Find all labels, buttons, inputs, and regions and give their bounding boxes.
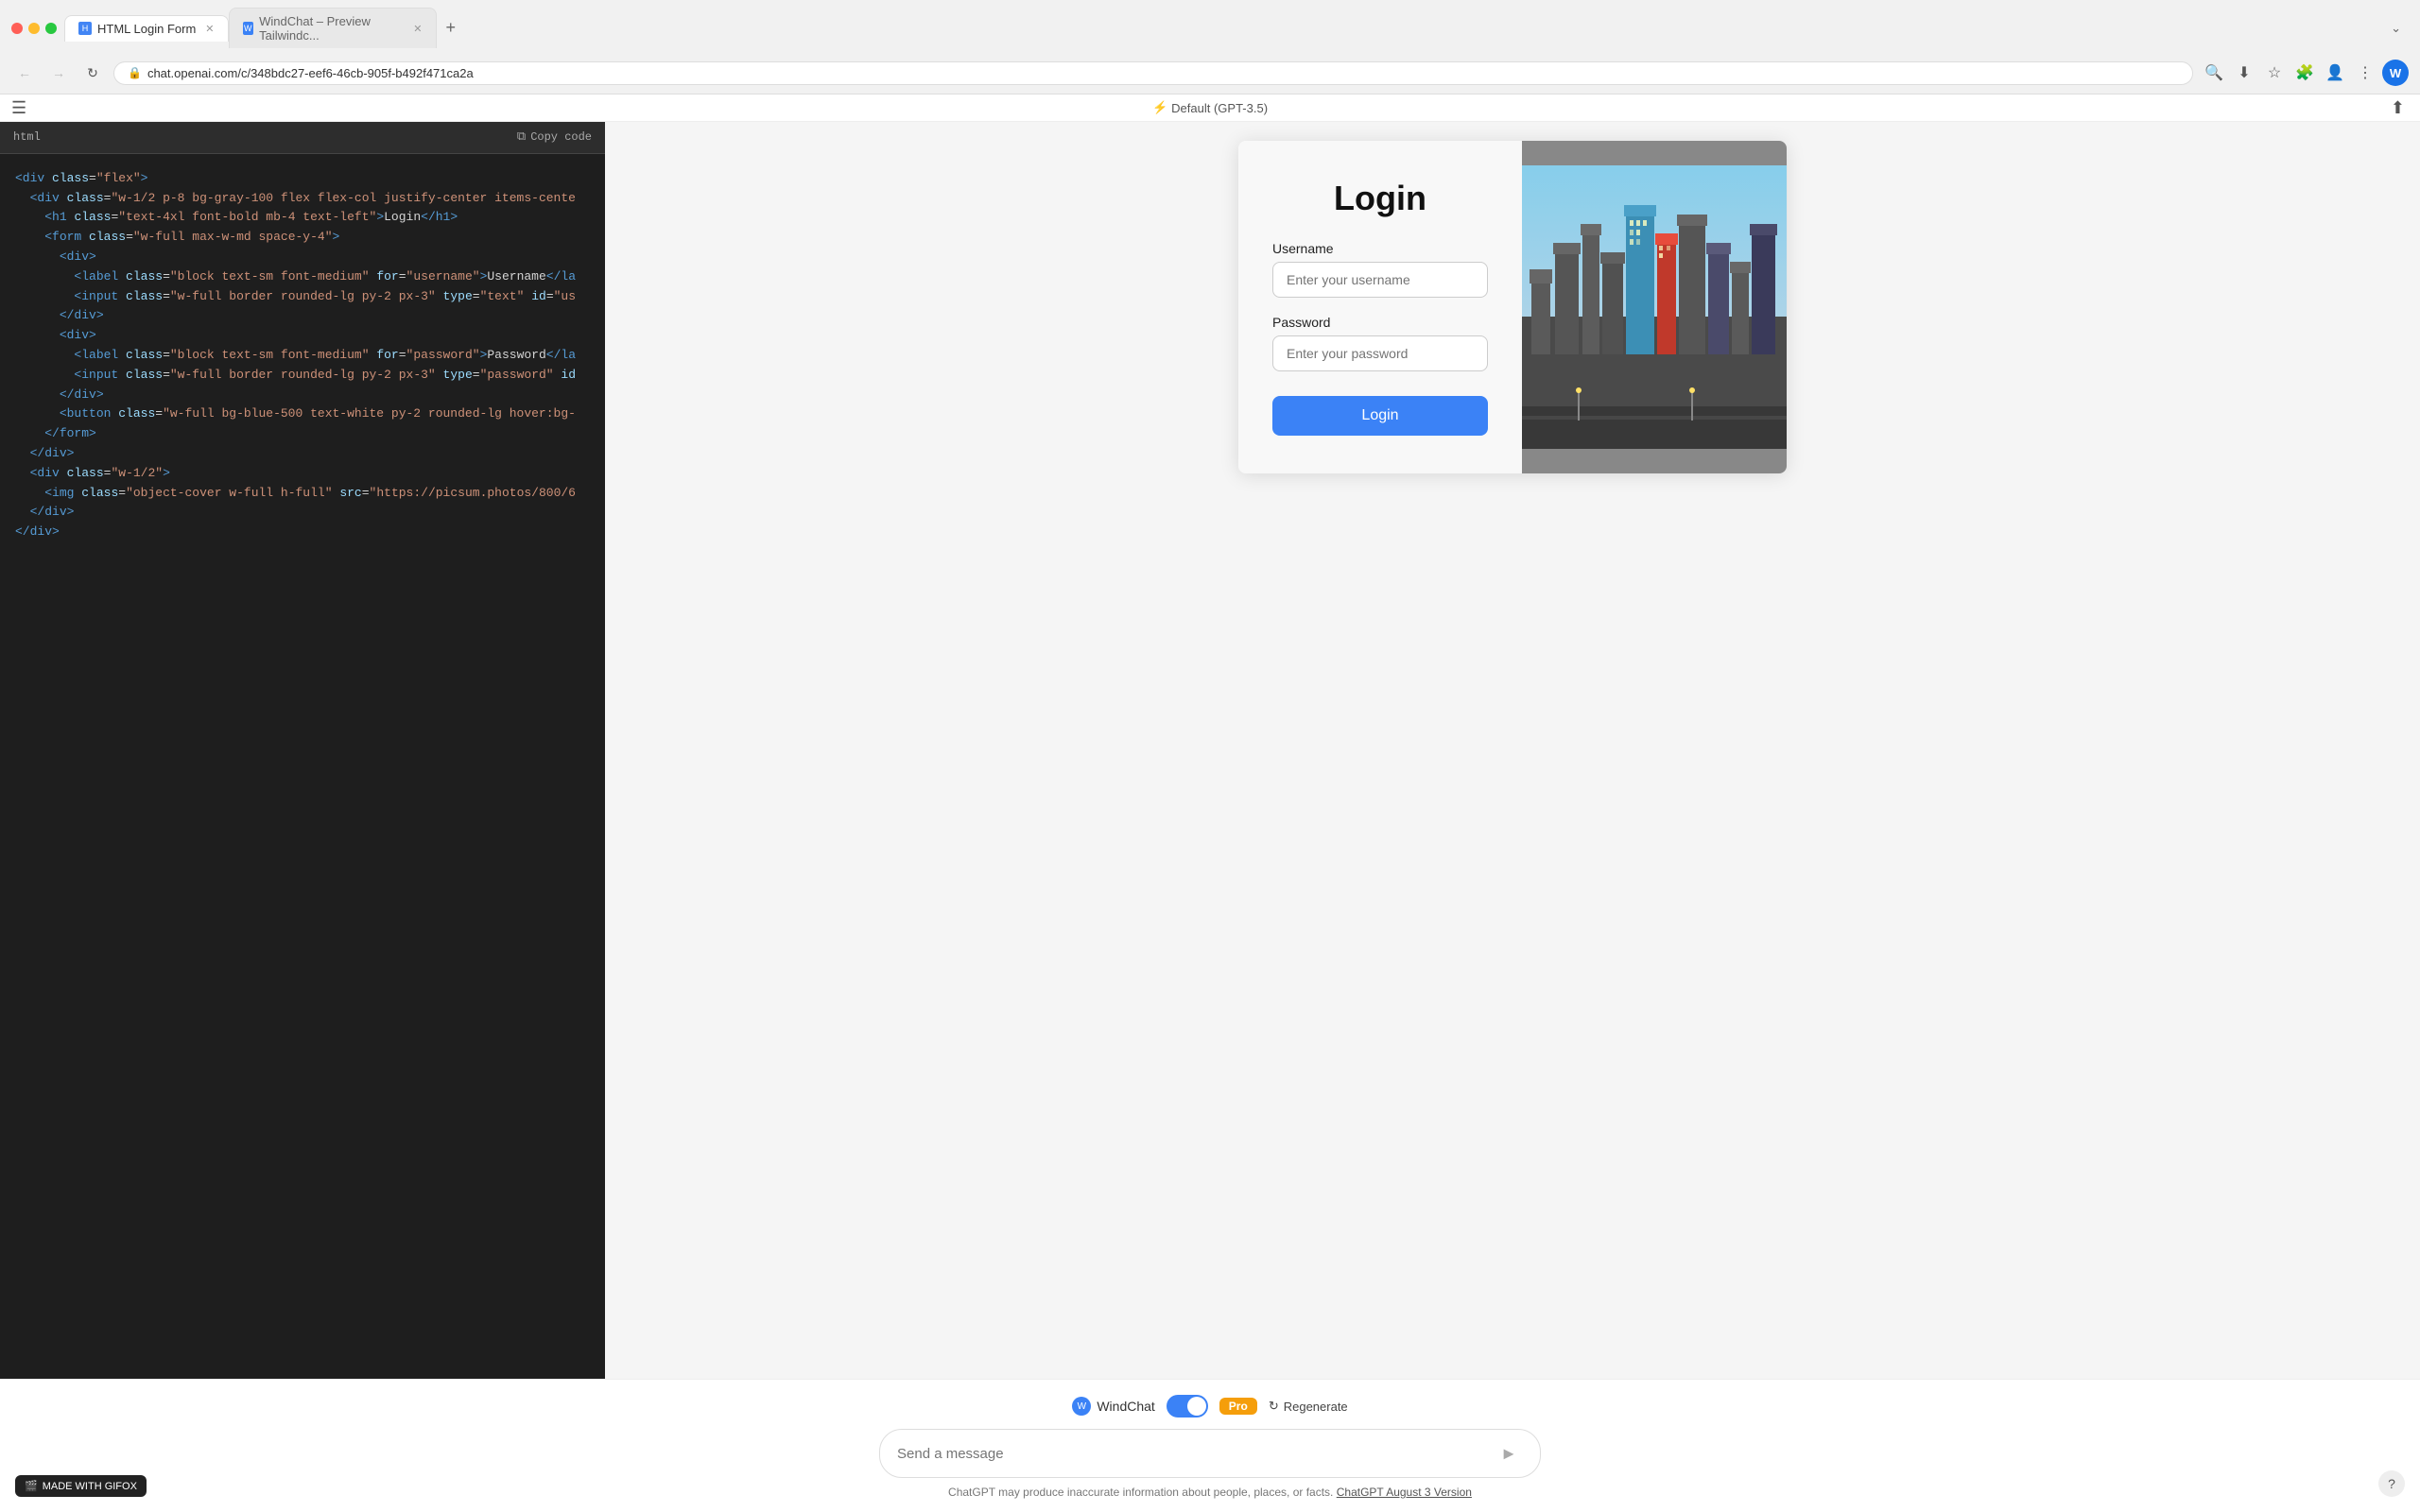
minimize-button[interactable] <box>28 23 40 34</box>
code-line-4: <form class="w-full max-w-md space-y-4"> <box>15 228 590 248</box>
code-line-2: <div class="w-1/2 p-8 bg-gray-100 flex f… <box>15 189 590 209</box>
back-button[interactable]: ← <box>11 60 38 86</box>
reload-button[interactable]: ↻ <box>79 60 106 86</box>
maximize-button[interactable] <box>45 23 57 34</box>
code-line-19: </div> <box>15 523 590 542</box>
username-input[interactable] <box>1272 262 1488 298</box>
help-button[interactable]: ? <box>2378 1470 2405 1497</box>
code-line-9: <div> <box>15 326 590 346</box>
more-tabs-button[interactable]: ⌄ <box>2383 17 2409 40</box>
login-image-side <box>1522 141 1787 473</box>
code-line-15: </div> <box>15 444 590 464</box>
windchat-logo: W WindChat <box>1072 1397 1154 1416</box>
code-toolbar: html ⧉ Copy code <box>0 122 605 154</box>
copy-code-button[interactable]: ⧉ Copy code <box>517 128 592 147</box>
model-label: ⚡ Default (GPT-3.5) <box>1152 100 1268 115</box>
title-bar: H HTML Login Form ✕ W WindChat – Preview… <box>0 0 2420 56</box>
tab-label-2: WindChat – Preview Tailwindc... <box>259 14 404 43</box>
code-line-6: <label class="block text-sm font-medium"… <box>15 267 590 287</box>
code-lang-label: html <box>13 129 41 146</box>
code-panel[interactable]: html ⧉ Copy code <div class="flex"> <div… <box>0 122 605 1379</box>
windchat-bar: W WindChat Pro ↻ Regenerate <box>0 1395 2420 1418</box>
login-title: Login <box>1272 179 1488 218</box>
code-line-7: <input class="w-full border rounded-lg p… <box>15 287 590 307</box>
regenerate-icon: ↻ <box>1269 1399 1279 1414</box>
sidebar-toggle-button[interactable]: ☰ <box>11 98 26 118</box>
code-line-1: <div class="flex"> <box>15 169 590 189</box>
tab-close-button[interactable]: ✕ <box>205 23 214 35</box>
windchat-icon: W <box>1072 1397 1091 1416</box>
code-line-11: <input class="w-full border rounded-lg p… <box>15 366 590 386</box>
username-group: Username <box>1272 241 1488 298</box>
extensions-icon[interactable]: 🧩 <box>2291 60 2318 86</box>
footer-note-text: ChatGPT may produce inaccurate informati… <box>948 1486 1333 1499</box>
password-group: Password <box>1272 315 1488 371</box>
send-button[interactable]: ► <box>1495 1439 1523 1468</box>
footer-version-link[interactable]: ChatGPT August 3 Version <box>1337 1486 1472 1499</box>
tab-favicon-2: W <box>243 22 254 35</box>
message-input[interactable] <box>897 1446 1485 1462</box>
login-button[interactable]: Login <box>1272 396 1488 436</box>
code-body: <div class="flex"> <div class="w-1/2 p-8… <box>0 154 605 558</box>
code-line-5: <div> <box>15 248 590 267</box>
code-line-3: <h1 class="text-4xl font-bold mb-4 text-… <box>15 208 590 228</box>
share-button[interactable]: ⬆ <box>2391 98 2405 118</box>
login-form-side: Login Username Password Login <box>1238 141 1522 473</box>
code-line-17: <img class="object-cover w-full h-full" … <box>15 484 590 504</box>
bookmark-icon[interactable]: ☆ <box>2261 60 2288 86</box>
tab-close-button-2[interactable]: ✕ <box>413 23 422 35</box>
password-label: Password <box>1272 315 1488 330</box>
code-line-13: <button class="w-full bg-blue-500 text-w… <box>15 404 590 424</box>
windchat-toggle[interactable] <box>1167 1395 1208 1418</box>
traffic-lights <box>11 23 57 34</box>
windchat-label: WindChat <box>1097 1399 1154 1414</box>
gifox-icon: 🎬 <box>25 1480 38 1492</box>
code-line-12: </div> <box>15 386 590 405</box>
gifox-label: MADE WITH GIFOX <box>43 1481 137 1492</box>
footer-note: ChatGPT may produce inaccurate informati… <box>0 1486 2420 1504</box>
code-line-10: <label class="block text-sm font-medium"… <box>15 346 590 366</box>
regenerate-label: Regenerate <box>1284 1400 1348 1414</box>
download-icon[interactable]: ⬇ <box>2231 60 2257 86</box>
close-button[interactable] <box>11 23 23 34</box>
copy-icon: ⧉ <box>517 128 526 147</box>
model-bar: ☰ ⚡ Default (GPT-3.5) ⬆ <box>0 94 2420 122</box>
address-text: chat.openai.com/c/348bdc27-eef6-46cb-905… <box>147 66 2179 80</box>
login-card: Login Username Password Login <box>1238 141 1787 473</box>
lock-icon: 🔒 <box>128 66 142 79</box>
lightning-icon: ⚡ <box>1152 100 1167 115</box>
new-tab-button[interactable]: + <box>437 14 466 42</box>
forward-button[interactable]: → <box>45 60 72 86</box>
code-line-18: </div> <box>15 503 590 523</box>
tab-bar: H HTML Login Form ✕ W WindChat – Preview… <box>64 8 2212 48</box>
toggle-knob <box>1187 1397 1206 1416</box>
more-icon[interactable]: ⋮ <box>2352 60 2378 86</box>
code-line-16: <div class="w-1/2"> <box>15 464 590 484</box>
model-name: Default (GPT-3.5) <box>1171 101 1268 115</box>
tab-html-login-form[interactable]: H HTML Login Form ✕ <box>64 15 229 42</box>
tab-label: HTML Login Form <box>97 22 196 36</box>
code-line-8: </div> <box>15 306 590 326</box>
tab-favicon: H <box>78 22 92 35</box>
city-skyline-image <box>1522 141 1787 473</box>
pro-badge: Pro <box>1219 1398 1257 1415</box>
code-line-14: </form> <box>15 424 590 444</box>
search-icon[interactable]: 🔍 <box>2201 60 2227 86</box>
username-label: Username <box>1272 241 1488 256</box>
gifox-badge: 🎬 MADE WITH GIFOX <box>15 1475 147 1497</box>
toolbar-icons: 🔍 ⬇ ☆ 🧩 👤 ⋮ W <box>2201 60 2409 86</box>
address-bar[interactable]: 🔒 chat.openai.com/c/348bdc27-eef6-46cb-9… <box>113 61 2193 85</box>
address-bar-row: ← → ↻ 🔒 chat.openai.com/c/348bdc27-eef6-… <box>0 56 2420 94</box>
bottom-area: W WindChat Pro ↻ Regenerate ► ChatGPT ma… <box>0 1379 2420 1512</box>
profile-icon[interactable]: 👤 <box>2322 60 2348 86</box>
regenerate-button[interactable]: ↻ Regenerate <box>1269 1399 1348 1414</box>
main-content: html ⧉ Copy code <div class="flex"> <div… <box>0 122 2420 1379</box>
password-input[interactable] <box>1272 335 1488 371</box>
preview-panel: Login Username Password Login <box>605 122 2420 1379</box>
copy-label: Copy code <box>530 129 592 146</box>
avatar[interactable]: W <box>2382 60 2409 86</box>
message-input-row: ► <box>879 1429 1541 1478</box>
tab-windchat[interactable]: W WindChat – Preview Tailwindc... ✕ <box>229 8 437 48</box>
browser-chrome: H HTML Login Form ✕ W WindChat – Preview… <box>0 0 2420 94</box>
